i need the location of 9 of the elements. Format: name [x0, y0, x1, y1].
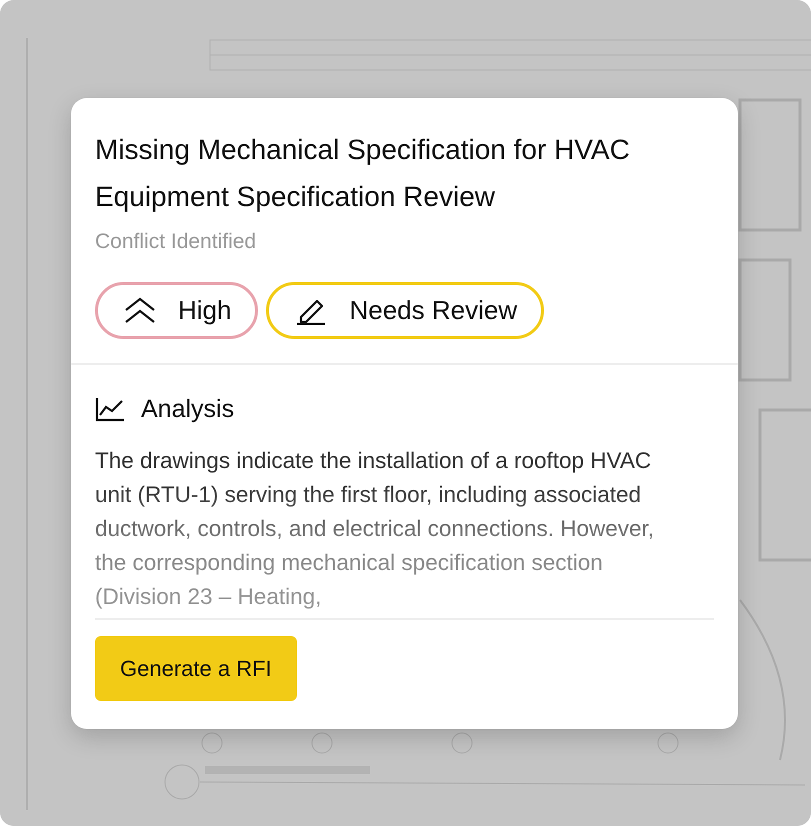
- generate-rfi-button[interactable]: Generate a RFI: [95, 636, 297, 701]
- analysis-text: The drawings indicate the installation of a rooftop HVAC unit (RTU-1) serving the first floor, including associated ductwork, controls, and electrical connections. However, the corresponding mechanical specification section (Division 23 – Heating,: [95, 447, 656, 611]
- status-tag: Needs Review: [266, 282, 544, 338]
- double-chevron-up-icon: [124, 296, 156, 324]
- section-heading: Analysis: [141, 394, 234, 424]
- dialog-title: Missing Mechanical Specification for HVAC Equipment Specification Review: [95, 133, 631, 214]
- subtitle: Conflict Identified: [95, 229, 258, 255]
- priority-tag: High: [95, 282, 258, 338]
- chart-line-icon: [95, 396, 125, 422]
